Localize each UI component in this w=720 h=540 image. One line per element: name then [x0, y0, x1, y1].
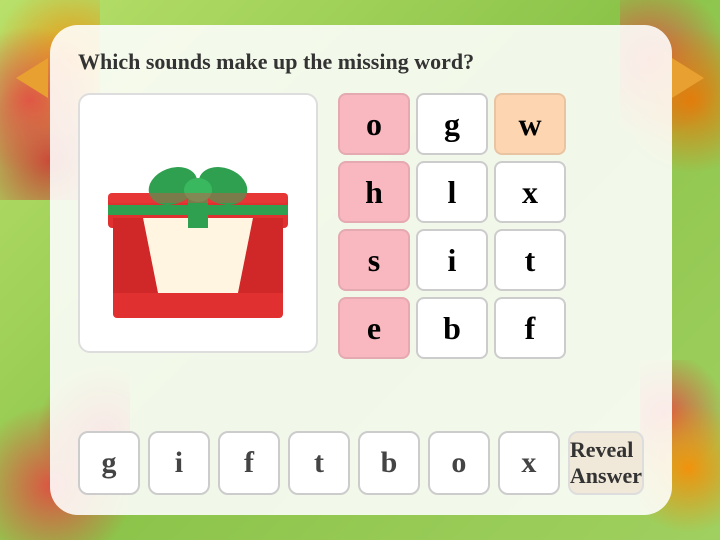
nav-left-button[interactable] [12, 58, 52, 98]
right-arrow-icon [672, 58, 704, 98]
bottom-letter-f[interactable]: f [218, 431, 280, 495]
bottom-letter-x[interactable]: x [498, 431, 560, 495]
bottom-row: g i f t b o x Reveal Answer [78, 431, 644, 495]
grid-cell-0-1[interactable]: g [416, 93, 488, 155]
grid-cell-0-0[interactable]: o [338, 93, 410, 155]
grid-cell-3-2[interactable]: f [494, 297, 566, 359]
grid-cell-3-1[interactable]: b [416, 297, 488, 359]
grid-cell-1-0[interactable]: h [338, 161, 410, 223]
image-box [78, 93, 318, 353]
grid-cell-3-0[interactable]: e [338, 297, 410, 359]
left-arrow-icon [16, 58, 48, 98]
nav-right-button[interactable] [668, 58, 708, 98]
bottom-letter-b[interactable]: b [358, 431, 420, 495]
bottom-letter-i[interactable]: i [148, 431, 210, 495]
grid-row-3: e b f [338, 297, 566, 359]
grid-row-0: o g w [338, 93, 566, 155]
gift-image [93, 108, 303, 338]
bottom-letter-t[interactable]: t [288, 431, 350, 495]
content-area: o g w h l x s i t e b f [78, 93, 644, 417]
grid-row-2: s i t [338, 229, 566, 291]
grid-cell-2-2[interactable]: t [494, 229, 566, 291]
grid-cell-1-1[interactable]: l [416, 161, 488, 223]
grid-row-1: h l x [338, 161, 566, 223]
bottom-letter-g[interactable]: g [78, 431, 140, 495]
bottom-letter-o[interactable]: o [428, 431, 490, 495]
grid-cell-1-2[interactable]: x [494, 161, 566, 223]
grid-cell-2-1[interactable]: i [416, 229, 488, 291]
reveal-answer-button[interactable]: Reveal Answer [568, 431, 644, 495]
grid-cell-2-0[interactable]: s [338, 229, 410, 291]
main-card: Which sounds make up the missing word? [50, 25, 672, 515]
question-text: Which sounds make up the missing word? [78, 49, 644, 75]
letter-grid-container: o g w h l x s i t e b f [338, 93, 566, 417]
grid-cell-0-2[interactable]: w [494, 93, 566, 155]
